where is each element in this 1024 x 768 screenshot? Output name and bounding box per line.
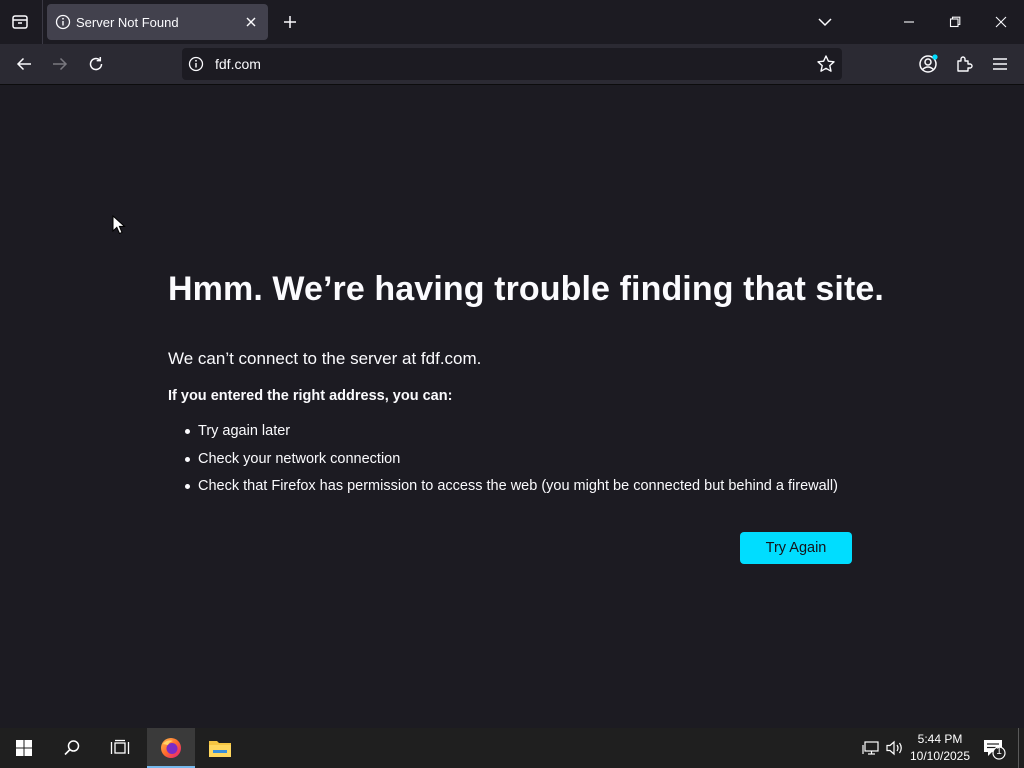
clock-time: 5:44 PM xyxy=(917,732,963,746)
volume-tray-icon[interactable] xyxy=(885,738,905,758)
close-window-button[interactable] xyxy=(978,0,1024,44)
list-item: Check that Firefox has permission to acc… xyxy=(184,477,838,505)
tab-title: Server Not Found xyxy=(76,15,179,30)
firefox-taskbar-button[interactable] xyxy=(147,728,195,768)
search-button[interactable] xyxy=(48,728,96,768)
file-explorer-taskbar-button[interactable] xyxy=(196,728,244,768)
error-title: Hmm. We’re having trouble finding that s… xyxy=(168,270,884,308)
tab-separator xyxy=(42,0,43,44)
back-button[interactable] xyxy=(9,50,39,78)
page-content: Hmm. We’re having trouble finding that s… xyxy=(0,86,1024,728)
windows-logo-icon xyxy=(16,740,32,756)
arrow-left-icon xyxy=(16,57,31,71)
firefox-view-button[interactable] xyxy=(6,8,34,36)
mouse-cursor-icon xyxy=(112,215,126,235)
notification-count: 1 xyxy=(996,746,1002,757)
action-center-button[interactable]: 1 xyxy=(978,736,1008,760)
minimize-icon xyxy=(904,21,914,23)
list-item: Try again later xyxy=(184,422,838,450)
forward-button[interactable] xyxy=(45,50,75,78)
close-icon xyxy=(995,16,1007,28)
firefox-view-icon xyxy=(12,15,28,29)
url-bar[interactable]: fdf.com xyxy=(182,48,842,80)
extensions-button[interactable] xyxy=(949,50,979,78)
account-icon xyxy=(919,54,938,73)
network-icon xyxy=(862,741,879,755)
navigation-toolbar: fdf.com xyxy=(0,44,1024,85)
error-hint: If you entered the right address, you ca… xyxy=(168,388,453,404)
suggestion-list: Try again later Check your network conne… xyxy=(184,422,838,505)
reload-icon xyxy=(89,57,103,71)
tab-close-button[interactable] xyxy=(242,13,260,31)
try-again-button[interactable]: Try Again xyxy=(740,532,852,564)
hamburger-menu-icon xyxy=(993,58,1007,70)
restore-icon xyxy=(949,16,961,28)
start-button[interactable] xyxy=(0,728,48,768)
chevron-down-icon xyxy=(818,18,832,27)
account-button[interactable] xyxy=(913,50,943,78)
list-all-tabs-button[interactable] xyxy=(812,9,838,35)
plus-icon xyxy=(284,16,296,28)
folder-icon xyxy=(209,741,231,757)
network-tray-icon[interactable] xyxy=(861,738,881,758)
task-view-button[interactable] xyxy=(96,728,144,768)
tab-strip: Server Not Found xyxy=(0,0,1024,44)
taskbar: 5:44 PM 10/10/2025 1 xyxy=(0,728,1024,768)
task-view-icon xyxy=(110,739,130,754)
tab-server-not-found[interactable]: Server Not Found xyxy=(47,4,268,40)
bookmark-star-icon[interactable] xyxy=(816,54,836,74)
url-text[interactable]: fdf.com xyxy=(215,56,261,72)
list-item: Check your network connection xyxy=(184,450,838,478)
search-icon xyxy=(64,740,80,756)
site-info-icon[interactable] xyxy=(188,56,204,72)
taskbar-clock[interactable]: 5:44 PM 10/10/2025 xyxy=(904,731,976,765)
speaker-icon xyxy=(886,740,902,756)
reload-button[interactable] xyxy=(81,50,111,78)
error-description: We can’t connect to the server at fdf.co… xyxy=(168,349,482,368)
show-desktop-button[interactable] xyxy=(1018,728,1019,768)
new-tab-button[interactable] xyxy=(278,9,302,35)
arrow-right-icon xyxy=(53,57,68,71)
firefox-icon xyxy=(161,738,181,758)
puzzle-icon xyxy=(957,56,973,72)
close-icon xyxy=(246,17,256,27)
restore-button[interactable] xyxy=(932,0,978,44)
notification-icon xyxy=(984,740,1006,760)
app-menu-button[interactable] xyxy=(985,50,1015,78)
info-icon xyxy=(55,14,71,30)
minimize-button[interactable] xyxy=(886,0,932,44)
clock-date: 10/10/2025 xyxy=(909,749,971,763)
